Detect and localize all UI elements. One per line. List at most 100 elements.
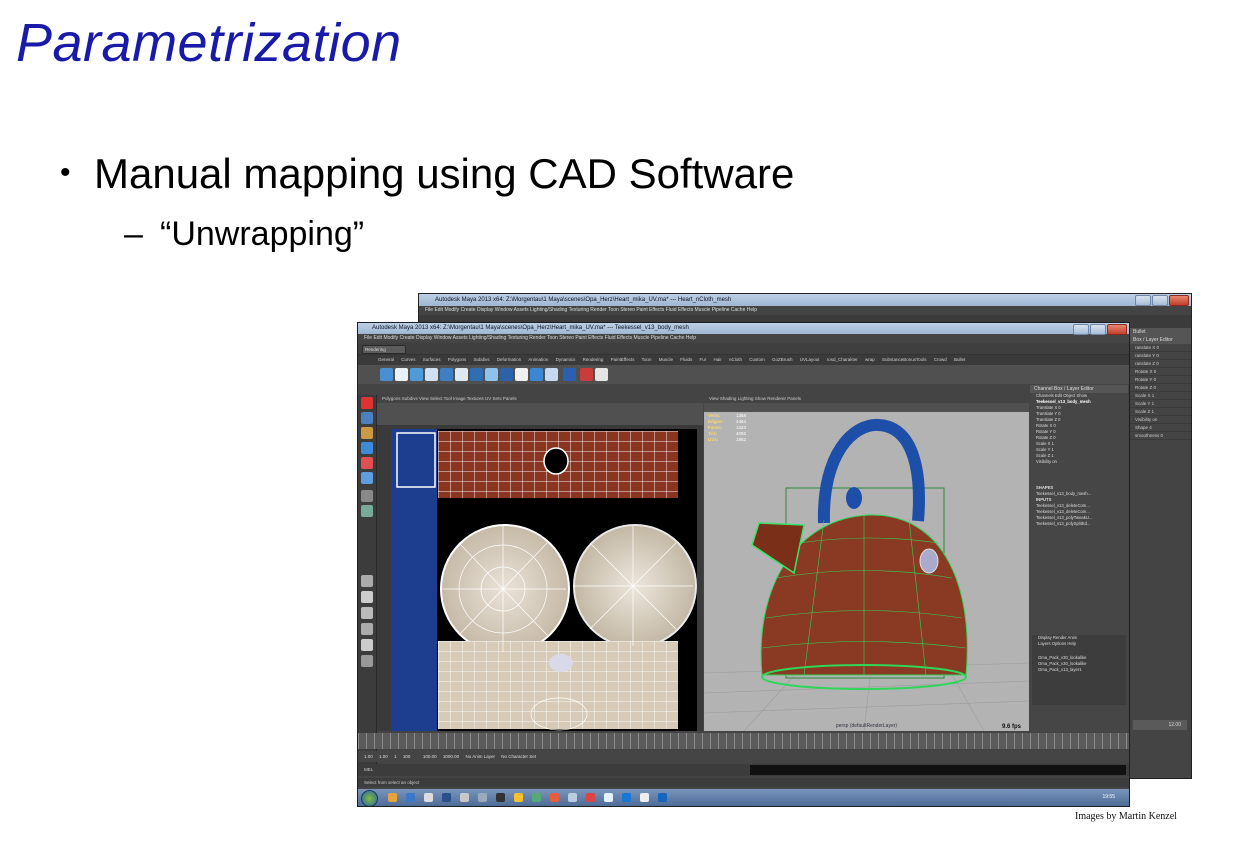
front-window-title: Autodesk Maya 2013 x64: Z:\Morgentau\1 M… xyxy=(372,325,689,331)
uv-editor-toolbar[interactable] xyxy=(377,403,703,425)
range-current[interactable]: 1.00 xyxy=(379,754,388,759)
front-menu-bar[interactable]: File Edit Modify Create Display Window A… xyxy=(358,334,1129,343)
taskbar-app-icon[interactable] xyxy=(460,793,469,802)
maximize-button[interactable] xyxy=(1152,295,1168,306)
close-button[interactable] xyxy=(1107,324,1127,335)
back-time-field[interactable]: 12.00 xyxy=(1133,720,1187,730)
back-channel-row[interactable]: Rotate Y 0 xyxy=(1129,376,1191,384)
layer-editor: Display Render Anim Layers Options Help … xyxy=(1032,635,1126,705)
select-tool-icon[interactable] xyxy=(361,397,373,409)
taskbar-app-icon[interactable] xyxy=(640,793,649,802)
back-channel-row[interactable]: ranslate Z 0 xyxy=(1129,360,1191,368)
shelf-tool-icon[interactable] xyxy=(440,368,453,381)
layout-icon[interactable] xyxy=(361,623,373,635)
time-slider[interactable] xyxy=(358,733,1129,749)
shelf-tool-icon[interactable] xyxy=(595,368,608,381)
shelf-tool-icon[interactable] xyxy=(470,368,483,381)
menu-set-dropdown[interactable]: Rendering xyxy=(362,345,406,354)
layout-icon[interactable] xyxy=(361,607,373,619)
taskbar-app-icon[interactable] xyxy=(568,793,577,802)
last-tool-icon[interactable] xyxy=(361,505,373,517)
taskbar-app-icon[interactable] xyxy=(532,793,541,802)
taskbar-app-icon[interactable] xyxy=(514,793,523,802)
back-channel-row[interactable]: Rotate X 0 xyxy=(1129,368,1191,376)
image-credit: Images by Martin Kenzel xyxy=(1075,811,1177,822)
back-channel-row[interactable]: Scale Y 1 xyxy=(1129,400,1191,408)
rotate-tool-icon[interactable] xyxy=(361,457,373,469)
back-channel-panel: Bullet Box / Layer Editor ranslate X 0 r… xyxy=(1129,328,1191,778)
taskbar-app-icon[interactable] xyxy=(406,793,415,802)
move-tool-icon[interactable] xyxy=(361,442,373,454)
teapot-model[interactable] xyxy=(704,413,1029,731)
channel-row[interactable]: Visibility on xyxy=(1030,459,1128,465)
shelf-tool-icon[interactable] xyxy=(500,368,513,381)
command-line[interactable]: MEL xyxy=(358,764,1129,776)
paint-tool-icon[interactable] xyxy=(361,427,373,439)
taskbar-app-icon[interactable] xyxy=(496,793,505,802)
shelf-tabs[interactable]: General Curves Surfaces Polygons Subdivs… xyxy=(358,355,1129,365)
back-channel-row[interactable]: ranslate Y 0 xyxy=(1129,352,1191,360)
back-channel-row[interactable]: Shape 4 xyxy=(1129,424,1191,432)
layout-icon[interactable] xyxy=(361,575,373,587)
uv-texture-editor: Polygons Subdivs View Select Tool Image … xyxy=(377,395,703,731)
uv-editor-menu[interactable]: Polygons Subdivs View Select Tool Image … xyxy=(377,395,703,403)
taskbar-app-icon[interactable] xyxy=(622,793,631,802)
scale-tool-icon[interactable] xyxy=(361,472,373,484)
taskbar-app-icon[interactable] xyxy=(478,793,487,802)
back-side-header[interactable]: Bullet xyxy=(1129,328,1191,336)
maya-window-front: Autodesk Maya 2013 x64: Z:\Morgentau\1 M… xyxy=(357,322,1130,807)
taskbar-clock: 19:55 xyxy=(1102,794,1115,800)
range-slider[interactable]: 1.00 1.00 1 100 100.00 1000.00 No Anim L… xyxy=(358,751,1129,762)
viewport-menu[interactable]: View Shading Lighting Show Renderer Pane… xyxy=(704,395,1029,403)
shelf-tool-icon[interactable] xyxy=(515,368,528,381)
range-max[interactable]: 1000.00 xyxy=(443,754,459,759)
character-set-dropdown[interactable]: No Character Set xyxy=(501,754,536,759)
layer-menu[interactable]: Layers Options Help xyxy=(1032,641,1126,647)
layout-icon[interactable] xyxy=(361,639,373,651)
taskbar-app-icon[interactable] xyxy=(442,793,451,802)
back-channel-row[interactable]: Visibility on xyxy=(1129,416,1191,424)
shelf-tool-icon[interactable] xyxy=(580,368,593,381)
input-item[interactable]: Teekessel_v13_polySplitEd... xyxy=(1030,521,1128,527)
layout-icon[interactable] xyxy=(361,591,373,603)
shelf-tool-icon[interactable] xyxy=(410,368,423,381)
viewport-toolbar[interactable] xyxy=(704,403,1029,412)
back-channel-row[interactable]: Rotate Z 0 xyxy=(1129,384,1191,392)
taskbar-app-icon[interactable] xyxy=(604,793,613,802)
start-button[interactable] xyxy=(361,790,378,806)
range-end[interactable]: 100.00 xyxy=(423,754,437,759)
layer-item[interactable]: Oma_Pack_v13_layer1 xyxy=(1032,667,1126,673)
range-start[interactable]: 1.00 xyxy=(364,754,373,759)
shelf-tool-icon[interactable] xyxy=(563,368,576,381)
front-window-controls xyxy=(1073,324,1127,335)
uv-canvas[interactable] xyxy=(391,429,697,731)
back-channel-row[interactable]: smoothness 0 xyxy=(1129,432,1191,440)
shelf-tool-icon[interactable] xyxy=(545,368,558,381)
shelf-tool-icon[interactable] xyxy=(395,368,408,381)
taskbar-app-icon[interactable] xyxy=(658,793,667,802)
anim-layer-dropdown[interactable]: No Anim Layer xyxy=(465,754,495,759)
maximize-button[interactable] xyxy=(1090,324,1106,335)
manipulator-icon[interactable] xyxy=(361,490,373,502)
shelf-tool-icon[interactable] xyxy=(485,368,498,381)
back-menu-bar[interactable]: File Edit Modify Create Display Window A… xyxy=(419,306,1191,315)
range-mid: 100 xyxy=(402,754,411,759)
bullet-level-2: – “Unwrapping” xyxy=(124,215,364,254)
minimize-button[interactable] xyxy=(1135,295,1151,306)
back-channel-row[interactable]: ranslate X 0 xyxy=(1129,344,1191,352)
taskbar-app-icon[interactable] xyxy=(550,793,559,802)
taskbar-app-icon[interactable] xyxy=(388,793,397,802)
layout-icon[interactable] xyxy=(361,655,373,667)
perspective-viewport: View Shading Lighting Show Renderer Pane… xyxy=(704,395,1029,731)
lasso-tool-icon[interactable] xyxy=(361,412,373,424)
back-channel-row[interactable]: Scale X 1 xyxy=(1129,392,1191,400)
shelf-tool-icon[interactable] xyxy=(455,368,468,381)
shelf-tool-icon[interactable] xyxy=(425,368,438,381)
close-button[interactable] xyxy=(1169,295,1189,306)
minimize-button[interactable] xyxy=(1073,324,1089,335)
taskbar-app-icon[interactable] xyxy=(424,793,433,802)
shelf-tool-icon[interactable] xyxy=(530,368,543,381)
taskbar-app-icon[interactable] xyxy=(586,793,595,802)
back-channel-row[interactable]: Scale Z 1 xyxy=(1129,408,1191,416)
shelf-tool-icon[interactable] xyxy=(380,368,393,381)
